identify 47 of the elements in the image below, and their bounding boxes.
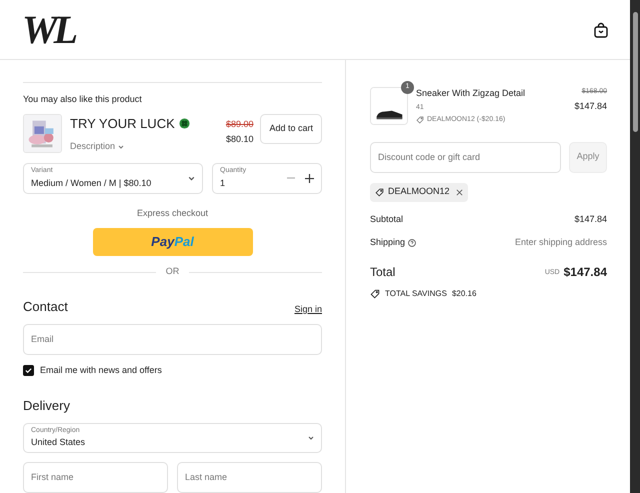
section-heading: You may also like this product [23, 93, 143, 106]
chevron-down-icon [308, 436, 314, 440]
clover-icon [178, 118, 190, 129]
tag-icon [370, 288, 380, 298]
plus-icon[interactable] [305, 174, 314, 182]
or-divider-label: OR [166, 265, 180, 278]
item-name: Sneaker With Zigzag Detail [416, 87, 526, 100]
close-icon[interactable] [456, 188, 463, 196]
shopping-bag-icon[interactable] [594, 22, 608, 38]
field-value: Medium / Women / M | $80.10 [31, 176, 152, 190]
chevron-down-icon [118, 144, 124, 149]
logo[interactable]: WL [22, 10, 74, 50]
product-title: TRY YOUR LUCK [70, 114, 175, 132]
subtotal-label: Subtotal [370, 212, 404, 226]
savings-label: TOTAL SAVINGS [385, 288, 447, 300]
add-to-cart-button[interactable]: Add to cart [260, 114, 322, 144]
section-title: Contact [23, 298, 68, 316]
shipping-label: Shipping [370, 236, 406, 249]
subtotal-value: $147.84 [574, 212, 607, 226]
sale-price: $80.10 [226, 133, 254, 146]
checkbox-label: Email me with news and offers [40, 364, 162, 377]
description-toggle[interactable]: Description [70, 140, 124, 154]
section-title: Delivery [23, 397, 71, 416]
field-value: United States [31, 436, 86, 450]
checkbox[interactable] [23, 364, 34, 376]
discount-code: DEALMOON12 [388, 185, 450, 198]
chevron-down-icon [188, 176, 195, 180]
sign-in-link[interactable]: Sign in [294, 302, 322, 316]
express-checkout-label: Express checkout [136, 206, 210, 220]
original-price: $89.00 [226, 118, 254, 130]
tag-icon [375, 188, 384, 196]
total-label: Total [370, 264, 396, 280]
tag-icon [416, 116, 424, 124]
last-name-field[interactable]: Last name [177, 462, 322, 493]
item-price: $147.84 [574, 100, 607, 112]
scrollbar-thumb[interactable] [632, 12, 638, 132]
check-icon [25, 366, 32, 374]
paypal-button[interactable]: PayPal [92, 228, 252, 256]
total-value: $147.84 [564, 264, 607, 280]
discount-code-field[interactable]: Discount code or gift card [370, 142, 561, 172]
shipping-value: Enter shipping address [514, 236, 607, 249]
help-icon[interactable] [408, 238, 416, 247]
savings-value: $20.16 [452, 288, 476, 300]
first-name-field[interactable]: First name [23, 462, 168, 493]
scrollbar[interactable] [630, 0, 640, 493]
email-field[interactable]: Email [23, 324, 322, 355]
field-value: 1 [220, 176, 226, 190]
